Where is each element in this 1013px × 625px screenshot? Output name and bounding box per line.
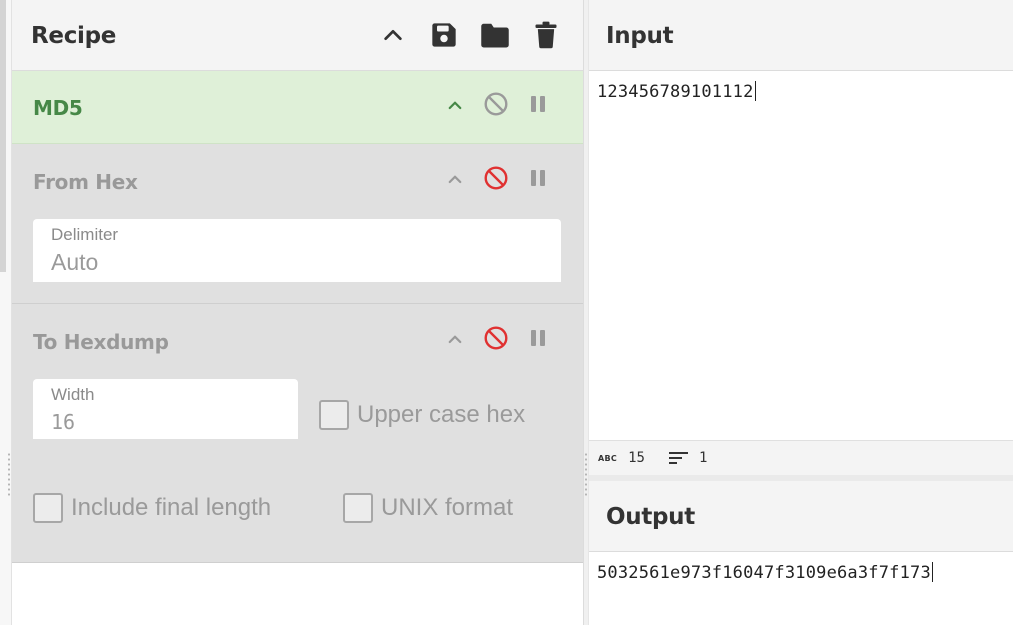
checkbox-label: UNIX format [381, 494, 514, 521]
collapse-operation-button[interactable] [440, 164, 470, 194]
disable-operation-button[interactable] [481, 163, 511, 193]
center-resize-grip[interactable] [585, 452, 587, 498]
recipe-header: Recipe [12, 0, 583, 71]
abc-icon: ABC [598, 453, 618, 463]
trash-icon [535, 21, 557, 49]
disable-icon [484, 92, 508, 116]
operation-md5[interactable]: MD5 [12, 71, 583, 144]
load-recipe-button[interactable] [479, 18, 511, 52]
input-header: Input [589, 0, 1013, 71]
unix-format-checkbox[interactable]: UNIX format [343, 493, 513, 523]
collapse-operation-button[interactable] [440, 324, 470, 354]
disable-icon [484, 326, 508, 350]
save-icon [432, 23, 456, 47]
disable-icon [484, 166, 508, 190]
breakpoint-button[interactable] [523, 89, 553, 119]
output-text: 5032561e973f16047f3109e6a3f7f173 [597, 563, 931, 583]
delimiter-field[interactable]: Delimiter Auto [33, 219, 561, 282]
collapse-operation-button[interactable] [440, 90, 470, 120]
delimiter-value: Auto [51, 249, 99, 275]
chevron-up-icon [384, 29, 402, 41]
chevron-up-icon [448, 101, 462, 110]
chevron-up-icon [448, 335, 462, 344]
left-resize-grip[interactable] [8, 452, 10, 498]
clear-recipe-button[interactable] [530, 18, 562, 52]
input-text: 123456789101112 [597, 82, 754, 102]
lines-stat: 1 [669, 450, 707, 466]
disable-operation-button[interactable] [481, 323, 511, 353]
operation-to-hexdump[interactable]: To Hexdump Width 16 Upper case hex Inclu… [12, 304, 583, 563]
recipe-panel: Recipe MD5 From Hex Delimiter Auto To He… [12, 0, 583, 625]
pause-icon [531, 96, 545, 112]
checkbox-label: Upper case hex [357, 401, 526, 428]
checkbox-box[interactable] [33, 493, 63, 523]
operation-title: To Hexdump [33, 330, 169, 354]
disable-operation-button[interactable] [481, 89, 511, 119]
operation-title: MD5 [33, 96, 83, 120]
pause-icon [531, 330, 545, 346]
input-title: Input [606, 23, 674, 49]
text-cursor [931, 562, 933, 582]
output-header: Output [589, 481, 1013, 552]
input-lines-value: 1 [699, 450, 708, 466]
output-title: Output [606, 504, 695, 530]
output-textarea[interactable]: 5032561e973f16047f3109e6a3f7f173 [597, 562, 933, 583]
checkbox-box[interactable] [343, 493, 373, 523]
save-recipe-button[interactable] [428, 18, 460, 52]
width-label: Width [51, 385, 95, 404]
cyberchef-app: Recipe MD5 From Hex Delimiter Auto To He… [0, 0, 1013, 625]
operations-panel-edge [0, 0, 12, 625]
width-field[interactable]: Width 16 [33, 379, 298, 439]
input-status-bar: ABC 15 1 [589, 440, 1013, 475]
output-pane: Output 5032561e973f16047f3109e6a3f7f173 [589, 481, 1013, 625]
text-cursor [754, 81, 756, 101]
delimiter-label: Delimiter [51, 225, 119, 244]
operation-title: From Hex [33, 170, 138, 194]
checkbox-box[interactable] [319, 400, 349, 430]
folder-icon [481, 23, 509, 48]
include-final-length-checkbox[interactable]: Include final length [33, 493, 271, 523]
operation-from-hex[interactable]: From Hex Delimiter Auto [12, 144, 583, 304]
width-value: 16 [51, 410, 76, 434]
breakpoint-button[interactable] [523, 163, 553, 193]
recipe-title: Recipe [31, 23, 117, 49]
input-pane: Input 123456789101112 [589, 0, 1013, 440]
input-textarea[interactable]: 123456789101112 [597, 81, 756, 102]
chevron-up-icon [448, 175, 462, 184]
checkbox-label: Include final length [71, 494, 272, 521]
lines-icon [669, 452, 688, 464]
collapse-all-button[interactable] [377, 18, 409, 52]
scrollbar[interactable] [0, 0, 6, 272]
pause-icon [531, 170, 545, 186]
breakpoint-button[interactable] [523, 323, 553, 353]
upper-case-hex-checkbox[interactable]: Upper case hex [319, 400, 525, 430]
input-length-value: 15 [628, 450, 645, 466]
length-stat: ABC 15 [598, 450, 645, 466]
